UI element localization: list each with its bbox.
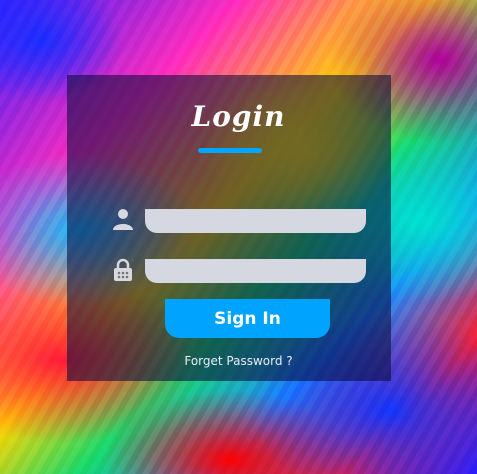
forgot-password-link[interactable]: Forget Password ? bbox=[0, 354, 477, 368]
password-input[interactable] bbox=[145, 259, 366, 283]
user-icon bbox=[111, 207, 135, 231]
sign-in-button[interactable]: Sign In bbox=[165, 299, 330, 338]
lock-icon bbox=[111, 257, 135, 281]
login-title: Login bbox=[191, 100, 286, 133]
title-underline bbox=[198, 148, 262, 153]
username-input[interactable] bbox=[145, 209, 366, 233]
